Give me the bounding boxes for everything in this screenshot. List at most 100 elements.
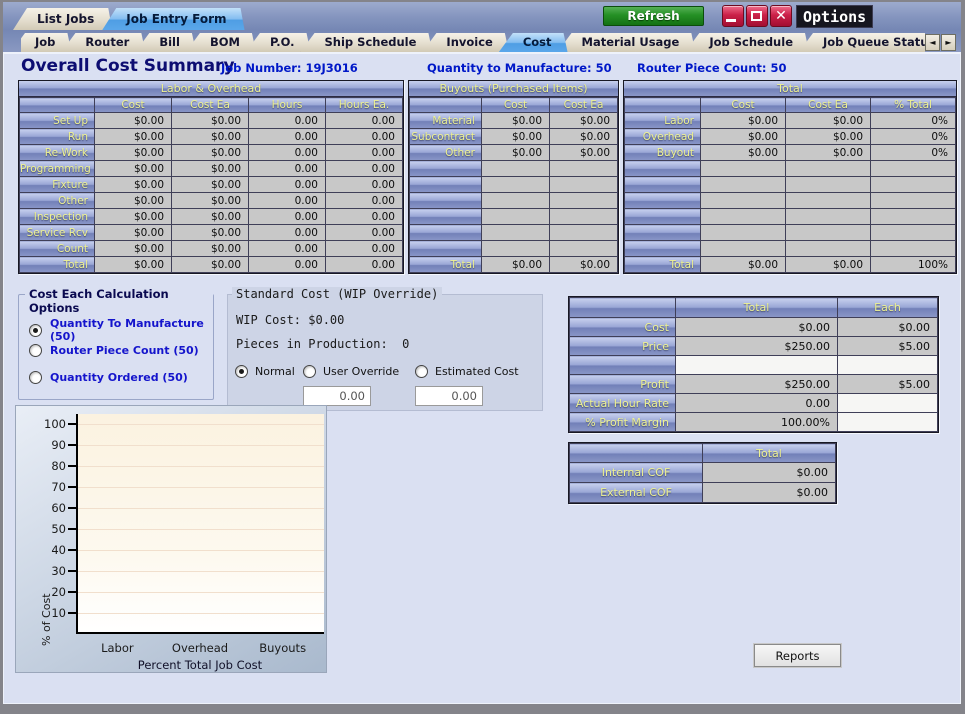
radio-label: Quantity To Manufacture (50) bbox=[50, 317, 204, 343]
radio-icon bbox=[29, 344, 42, 357]
table-row: Buyout $0.00 $0.00 0% bbox=[624, 144, 956, 161]
gridline bbox=[78, 445, 324, 447]
value-cell bbox=[870, 192, 956, 209]
value-cell: $0.00 bbox=[171, 128, 249, 145]
user-override-input[interactable] bbox=[303, 386, 371, 406]
value-cell bbox=[481, 192, 550, 209]
router-piece-count-label: Router Piece Count: 50 bbox=[637, 61, 787, 75]
tab-job-schedule[interactable]: Job Schedule bbox=[685, 33, 809, 52]
table-row: Programming $0.00 $0.00 0.00 0.00 bbox=[19, 160, 403, 177]
tab-job-entry-form[interactable]: Job Entry Form bbox=[102, 8, 244, 30]
table-row: Run $0.00 $0.00 0.00 0.00 bbox=[19, 128, 403, 145]
value-cell: 0.00 bbox=[325, 160, 403, 177]
row-label-cell bbox=[624, 208, 701, 225]
row-label-cell bbox=[624, 160, 701, 177]
value-cell bbox=[870, 240, 956, 257]
tab-scroll-right-button[interactable]: ► bbox=[941, 34, 956, 51]
value-cell: $0.00 bbox=[481, 128, 550, 145]
radio-router-piece-count[interactable]: Router Piece Count (50) bbox=[29, 344, 199, 357]
tab-label: Cost bbox=[522, 35, 552, 49]
radio-normal[interactable]: Normal bbox=[235, 365, 295, 378]
buyouts-section: Buyouts (Purchased Items) Cost Cost Ea Mat… bbox=[408, 80, 619, 274]
radio-quantity-to-manufacture[interactable]: Quantity To Manufacture (50) bbox=[29, 317, 213, 343]
row-label-cell: Total bbox=[409, 256, 482, 273]
y-tick-mark bbox=[68, 444, 76, 447]
value-cell: $250.00 bbox=[675, 374, 838, 394]
value-cell: $0.00 bbox=[785, 128, 871, 145]
maximize-icon bbox=[751, 11, 762, 21]
value-cell: $0.00 bbox=[94, 240, 172, 257]
minimize-button[interactable] bbox=[722, 5, 744, 27]
row-label-cell: Run bbox=[19, 128, 95, 145]
column-header: Each bbox=[837, 297, 938, 318]
row-label-cell: Price bbox=[569, 336, 676, 356]
radio-label: Estimated Cost bbox=[435, 365, 519, 378]
radio-user-override[interactable]: User Override bbox=[303, 365, 399, 378]
value-cell bbox=[785, 208, 871, 225]
labor-overhead-band: Labor & Overhead bbox=[19, 81, 403, 97]
tab-label: Router bbox=[85, 35, 130, 49]
tab-bom[interactable]: BOM bbox=[186, 33, 256, 52]
column-header bbox=[569, 297, 676, 318]
summary-header-row: Overall Cost Summary Job Number: 19J3016… bbox=[3, 56, 961, 80]
table-row bbox=[624, 208, 956, 225]
tab-router[interactable]: Router bbox=[61, 33, 145, 52]
value-cell: $0.00 bbox=[171, 192, 249, 209]
value-cell: 0.00 bbox=[675, 393, 838, 413]
reports-button[interactable]: Reports bbox=[753, 643, 842, 668]
buyouts-grid: Cost Cost Ea Material $0.00 $0.00 Subcontract… bbox=[409, 97, 618, 273]
tab-scroll-left-button[interactable]: ◄ bbox=[925, 34, 940, 51]
value-cell bbox=[700, 240, 786, 257]
tab-strip: Job Router Bill BOM P.O. Ship Schedule Invoice… bbox=[21, 33, 925, 52]
value-cell: 0% bbox=[870, 128, 956, 145]
value-cell: $0.00 bbox=[785, 144, 871, 161]
row-label-cell: Buyout bbox=[624, 144, 701, 161]
value-cell bbox=[870, 208, 956, 225]
value-cell: $0.00 bbox=[94, 144, 172, 161]
close-button[interactable]: ✕ bbox=[770, 5, 792, 27]
tab-ship-schedule[interactable]: Ship Schedule bbox=[301, 33, 433, 52]
value-cell: $0.00 bbox=[549, 256, 618, 273]
table-row: Service Rcv $0.00 $0.00 0.00 0.00 bbox=[19, 224, 403, 241]
tab-job-queue-status[interactable]: Job Queue Status bbox=[799, 33, 925, 52]
column-header: Cost bbox=[700, 97, 786, 113]
value-cell: $0.00 bbox=[785, 112, 871, 129]
y-tick-mark bbox=[68, 528, 76, 531]
row-label-cell: Labor bbox=[624, 112, 701, 129]
tab-material-usage[interactable]: Material Usage bbox=[558, 33, 696, 52]
value-cell: $0.00 bbox=[702, 482, 836, 503]
value-cell bbox=[837, 412, 938, 432]
row-label-cell: Re-Work bbox=[19, 144, 95, 161]
value-cell: 0.00 bbox=[248, 160, 326, 177]
row-label-cell: Internal COF bbox=[569, 462, 703, 483]
column-header bbox=[569, 443, 703, 463]
row-label-cell: Fixture bbox=[19, 176, 95, 193]
row-label-cell: Cost bbox=[569, 317, 676, 337]
tab-invoice[interactable]: Invoice bbox=[422, 33, 508, 52]
value-cell bbox=[481, 160, 550, 177]
value-cell bbox=[700, 176, 786, 193]
tab-cost[interactable]: Cost bbox=[499, 33, 568, 52]
gridline bbox=[78, 529, 324, 531]
maximize-button[interactable] bbox=[746, 5, 768, 27]
tab-bill[interactable]: Bill bbox=[135, 33, 196, 52]
tab-label: BOM bbox=[209, 35, 240, 49]
column-header bbox=[19, 97, 95, 113]
value-cell: 0.00 bbox=[248, 224, 326, 241]
value-cell: 0.00 bbox=[248, 176, 326, 193]
estimated-cost-input[interactable] bbox=[415, 386, 483, 406]
value-cell: $5.00 bbox=[837, 374, 938, 394]
radio-estimated-cost[interactable]: Estimated Cost bbox=[415, 365, 519, 378]
value-cell: $0.00 bbox=[94, 128, 172, 145]
y-tick-mark bbox=[68, 423, 76, 426]
options-button[interactable]: Options bbox=[796, 5, 874, 28]
row-label-cell: Count bbox=[19, 240, 95, 257]
value-cell: $0.00 bbox=[700, 144, 786, 161]
tab-p-o-[interactable]: P.O. bbox=[246, 33, 311, 52]
module-tab-row: Job Router Bill BOM P.O. Ship Schedule Invoice… bbox=[3, 30, 961, 54]
table-row: External COF $0.00 bbox=[569, 482, 836, 503]
radio-quantity-ordered[interactable]: Quantity Ordered (50) bbox=[29, 371, 188, 384]
value-cell bbox=[870, 176, 956, 193]
refresh-button[interactable]: Refresh bbox=[603, 6, 704, 26]
tab-list-jobs[interactable]: List Jobs bbox=[13, 8, 112, 30]
